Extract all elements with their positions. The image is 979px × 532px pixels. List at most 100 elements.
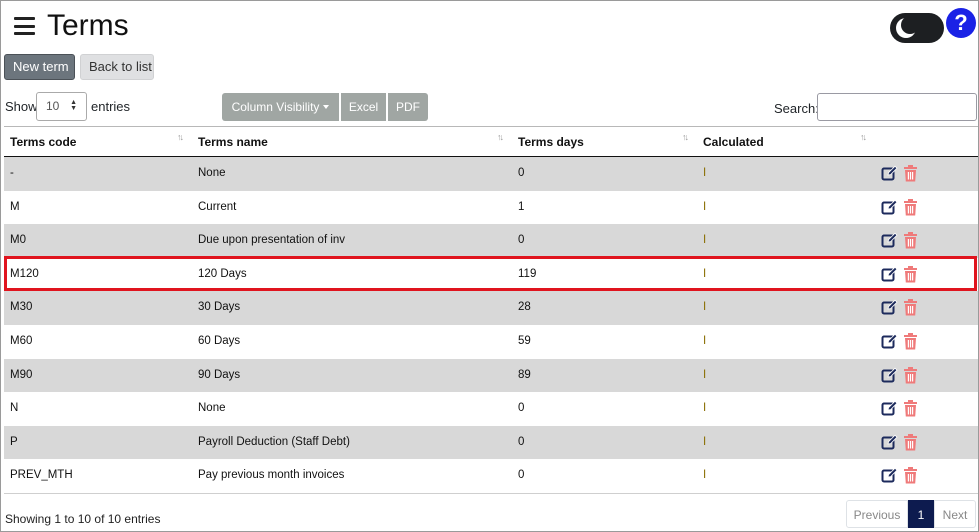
cell-terms-name: 60 Days <box>198 334 241 347</box>
trash-icon[interactable] <box>903 332 920 350</box>
search-input[interactable] <box>817 93 977 121</box>
page-length-select[interactable]: 10 ▲ ▼ <box>36 92 87 121</box>
trash-icon[interactable] <box>903 165 920 182</box>
moon-icon <box>896 17 917 38</box>
page-1-button[interactable]: 1 <box>908 500 934 528</box>
pdf-button[interactable]: PDF <box>388 93 428 121</box>
cell-calculated: I <box>703 368 707 381</box>
excel-button[interactable]: Excel <box>341 93 386 121</box>
column-visibility-button[interactable]: Column Visibility <box>222 93 339 121</box>
menu-icon[interactable] <box>14 17 35 35</box>
cell-terms-code: M90 <box>10 368 33 381</box>
row-actions <box>881 265 920 284</box>
table-row: P Payroll Deduction (Staff Debt) 0 I <box>4 425 978 460</box>
sort-icon[interactable]: ↑↓ <box>177 132 184 142</box>
entries-label: entries <box>91 99 131 114</box>
trash-icon[interactable] <box>903 400 920 417</box>
trash-icon[interactable] <box>903 265 920 283</box>
column-header-terms-days[interactable]: Terms days <box>518 135 584 149</box>
table-row: M90 90 Days 89 I <box>4 358 978 393</box>
cell-terms-code: M0 <box>10 234 26 247</box>
cell-terms-code: M30 <box>10 301 33 314</box>
trash-icon[interactable] <box>903 467 920 484</box>
edit-icon[interactable] <box>881 199 898 216</box>
cell-calculated: I <box>703 435 707 448</box>
cell-calculated: I <box>703 200 707 213</box>
edit-icon[interactable] <box>881 165 898 182</box>
row-actions <box>881 232 920 250</box>
select-arrows-icon: ▲ ▼ <box>70 99 77 112</box>
page-header: Terms ? <box>1 1 978 51</box>
table-info: Showing 1 to 10 of 10 entries <box>5 512 161 526</box>
help-button[interactable]: ? <box>946 8 976 38</box>
cell-terms-code: M60 <box>10 334 33 347</box>
table-row: M0 Due upon presentation of inv 0 I <box>4 224 978 258</box>
edit-icon[interactable] <box>881 434 898 451</box>
cell-terms-name: Pay previous month invoices <box>198 469 345 482</box>
column-header-terms-code[interactable]: Terms code <box>10 135 76 149</box>
cell-terms-days: 0 <box>518 402 525 415</box>
cell-terms-name: 30 Days <box>198 301 241 314</box>
next-page-button[interactable]: Next <box>934 500 976 528</box>
terms-page: Terms ? New term Back to list Show 10 ▲ ▼… <box>0 0 979 532</box>
table-row: PREV_MTH Pay previous month invoices 0 I <box>4 459 978 493</box>
table-row: M30 30 Days 28 I <box>4 291 978 325</box>
column-header-calculated[interactable]: Calculated <box>703 135 764 149</box>
pagination: Previous 1 Next <box>846 500 976 528</box>
table-row: N None 0 I <box>4 392 978 426</box>
cell-terms-days: 1 <box>518 200 525 213</box>
caret-down-icon <box>323 105 330 109</box>
cell-terms-days: 119 <box>518 267 537 280</box>
cell-calculated: I <box>703 301 707 314</box>
row-actions <box>881 332 920 351</box>
cell-terms-code: P <box>10 435 18 448</box>
cell-terms-days: 59 <box>518 334 531 347</box>
new-term-button[interactable]: New term <box>4 54 75 80</box>
cell-terms-code: M120 <box>10 267 39 280</box>
row-actions <box>881 366 920 385</box>
terms-table: Terms code ↑↓ Terms name ↑↓ Terms days ↑… <box>4 126 978 494</box>
trash-icon[interactable] <box>903 232 920 249</box>
back-to-list-button[interactable]: Back to list <box>80 54 154 80</box>
trash-icon[interactable] <box>903 198 920 216</box>
cell-calculated: I <box>703 402 707 415</box>
cell-calculated: I <box>703 234 707 247</box>
theme-toggle[interactable] <box>890 13 944 43</box>
cell-terms-code: N <box>10 402 19 415</box>
cell-terms-name: 90 Days <box>198 368 241 381</box>
column-header-terms-name[interactable]: Terms name <box>198 135 268 149</box>
table-row: M60 60 Days 59 I <box>4 324 978 359</box>
row-actions <box>881 467 920 485</box>
edit-icon[interactable] <box>881 367 898 384</box>
cell-terms-name: Due upon presentation of inv <box>198 234 346 247</box>
edit-icon[interactable] <box>881 400 898 417</box>
row-actions <box>881 165 920 183</box>
sort-icon[interactable]: ↑↓ <box>497 132 504 142</box>
cell-terms-days: 0 <box>518 469 525 482</box>
cell-terms-name: None <box>198 402 226 415</box>
table-header: Terms code ↑↓ Terms name ↑↓ Terms days ↑… <box>4 127 978 157</box>
cell-terms-code: M <box>10 200 20 213</box>
edit-icon[interactable] <box>881 232 898 249</box>
trash-icon[interactable] <box>903 299 920 316</box>
edit-icon[interactable] <box>881 266 898 283</box>
sort-icon[interactable]: ↑↓ <box>860 132 867 142</box>
cell-terms-days: 28 <box>518 301 531 314</box>
table-row: - None 0 I <box>4 157 978 191</box>
trash-icon[interactable] <box>903 366 920 384</box>
cell-terms-days: 0 <box>518 435 525 448</box>
edit-icon[interactable] <box>881 333 898 350</box>
row-actions <box>881 299 920 317</box>
page-length-value: 10 <box>46 99 60 113</box>
cell-calculated: I <box>703 469 707 482</box>
edit-icon[interactable] <box>881 299 898 316</box>
trash-icon[interactable] <box>903 433 920 451</box>
edit-icon[interactable] <box>881 467 898 484</box>
sort-icon[interactable]: ↑↓ <box>682 132 689 142</box>
row-actions <box>881 433 920 452</box>
cell-calculated: I <box>703 167 707 179</box>
row-actions <box>881 400 920 418</box>
table-row: M Current 1 I <box>4 190 978 225</box>
previous-page-button[interactable]: Previous <box>846 500 908 528</box>
cell-calculated: I <box>703 334 707 347</box>
